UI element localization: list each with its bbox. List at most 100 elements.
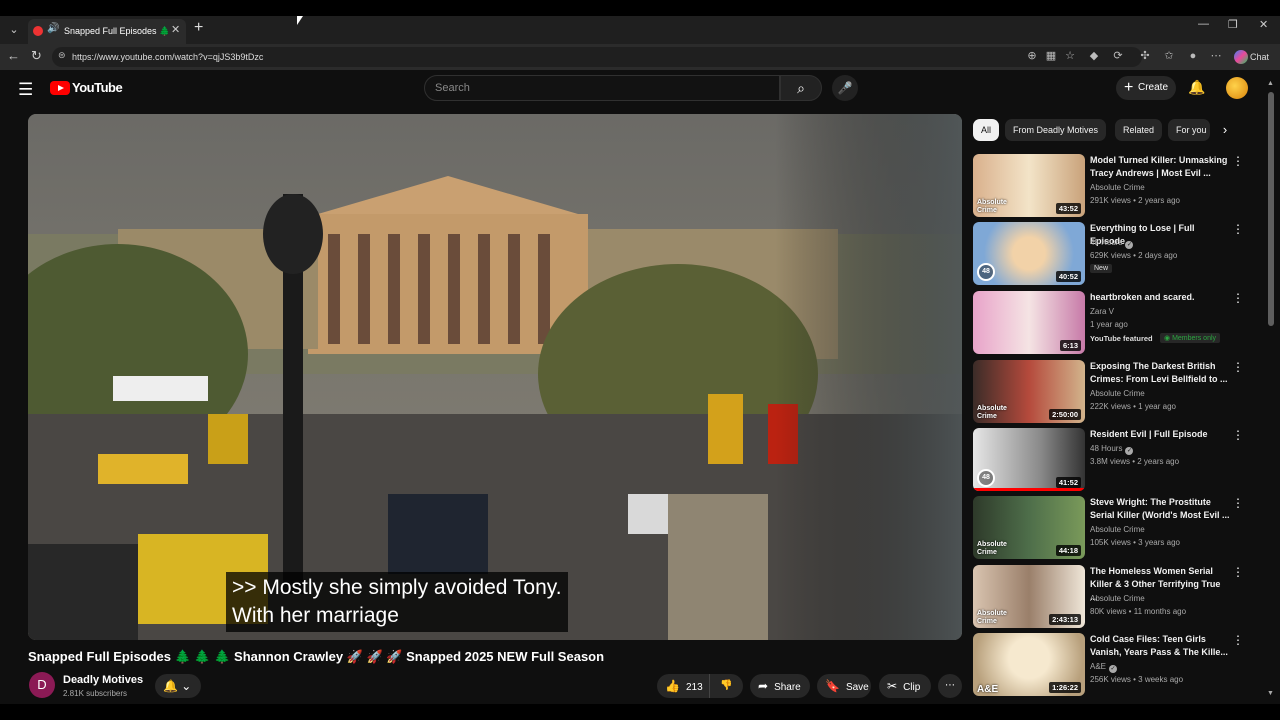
- extension-icon[interactable]: ◆: [1086, 48, 1102, 64]
- favorite-star-icon[interactable]: ☆: [1062, 48, 1078, 64]
- recommendation-item[interactable]: A&E 1:26:22 Cold Case Files: Teen Girls …: [973, 633, 1248, 697]
- recommendation-item[interactable]: Absolute Crime 44:18 Steve Wright: The Pr…: [973, 496, 1248, 560]
- duration-badge: 6:13: [1059, 340, 1081, 351]
- recommendation-channel[interactable]: Zara V: [1090, 307, 1114, 316]
- scrollbar-thumb[interactable]: [1268, 92, 1274, 326]
- chevron-right-icon[interactable]: ›: [1214, 119, 1236, 141]
- close-tab-icon[interactable]: ✕: [171, 23, 180, 36]
- subscription-notifications-button[interactable]: 🔔 ⌄: [155, 674, 201, 698]
- search-box: [424, 75, 780, 101]
- recommendation-item[interactable]: 6:13 heartbroken and scared. Zara V 1 ye…: [973, 291, 1248, 355]
- search-icon: ⌕: [797, 80, 805, 96]
- recommendation-channel[interactable]: A&E ✓: [1090, 662, 1118, 673]
- caption-line-1: >> Mostly she simply avoided Tony.: [232, 576, 562, 599]
- recommendation-title[interactable]: Cold Case Files: Teen Girls Vanish, Year…: [1090, 633, 1230, 659]
- more-vertical-icon[interactable]: ⋮: [1232, 633, 1244, 647]
- search-button[interactable]: ⌕: [780, 75, 822, 101]
- recommendation-item[interactable]: Absolute Crime 2:50:00 Exposing The Darke…: [973, 360, 1248, 424]
- minimize-window-button[interactable]: —: [1198, 18, 1209, 30]
- channel-avatar[interactable]: D: [29, 672, 55, 698]
- tab-title: Snapped Full Episodes 🌲 🌲: [64, 26, 168, 36]
- chip-all[interactable]: All: [973, 119, 1000, 141]
- more-vertical-icon[interactable]: ⋮: [1232, 154, 1244, 168]
- copilot-chat-button[interactable]: Chat: [1232, 47, 1278, 67]
- more-vertical-icon[interactable]: ⋮: [1232, 291, 1244, 305]
- user-avatar[interactable]: [1226, 77, 1248, 99]
- recommendation-channel[interactable]: Absolute Crime: [1090, 389, 1145, 398]
- url-field[interactable]: ⊜ https://www.youtube.com/watch?v=qjJS3b…: [52, 47, 1142, 67]
- video-thumbnail[interactable]: 48 40:52: [973, 222, 1085, 285]
- save-button[interactable]: 🔖 Save: [817, 674, 871, 698]
- browser-tab-bar: ⌄ 🔊 Snapped Full Episodes 🌲 🌲 ✕ + — ❐ ✕: [0, 16, 1280, 44]
- clip-button[interactable]: ✂ Clip: [879, 674, 931, 698]
- mouse-cursor-icon: [297, 16, 303, 25]
- more-options-icon[interactable]: ⋯: [1208, 48, 1224, 64]
- close-window-button[interactable]: ✕: [1259, 18, 1268, 31]
- back-icon[interactable]: ←: [7, 48, 20, 63]
- chip-related[interactable]: Related: [1115, 119, 1163, 141]
- site-info-icon[interactable]: ⊜: [58, 50, 66, 61]
- url-text: https://www.youtube.com/watch?v=qjJS3b9t…: [72, 52, 264, 62]
- recommendation-item[interactable]: Absolute Crime 2:43:13 The Homeless Women…: [973, 565, 1248, 629]
- video-player[interactable]: [28, 114, 962, 640]
- reload-icon[interactable]: ↻: [31, 48, 42, 64]
- clip-label: Clip: [903, 682, 921, 693]
- more-vertical-icon[interactable]: ⋮: [1232, 222, 1244, 236]
- more-vertical-icon[interactable]: ⋮: [1232, 496, 1244, 510]
- recommendation-title[interactable]: heartbroken and scared.: [1090, 291, 1230, 304]
- translate-icon[interactable]: ⊕: [1024, 48, 1040, 64]
- more-actions-button[interactable]: ⋯: [938, 674, 962, 698]
- video-thumbnail[interactable]: Absolute Crime 43:52: [973, 154, 1085, 217]
- chip-for-you[interactable]: For you: [1168, 119, 1210, 141]
- browser-tab[interactable]: 🔊 Snapped Full Episodes 🌲 🌲 ✕: [28, 19, 186, 44]
- recommendation-title[interactable]: Model Turned Killer: Unmasking Tracy And…: [1090, 154, 1230, 180]
- recommendation-meta: 80K views • 11 months ago: [1090, 607, 1187, 616]
- hamburger-menu-icon[interactable]: ☰: [18, 80, 33, 100]
- voice-search-button[interactable]: 🎤: [832, 75, 858, 101]
- video-thumbnail[interactable]: Absolute Crime 2:43:13: [973, 565, 1085, 628]
- duration-badge: 43:52: [1055, 203, 1081, 214]
- recommendation-channel[interactable]: 48 Hours ✓: [1090, 238, 1134, 249]
- refresh-extension-icon[interactable]: ⟳: [1110, 48, 1126, 64]
- share-button[interactable]: ➦ Share: [750, 674, 810, 698]
- video-thumbnail[interactable]: A&E 1:26:22: [973, 633, 1085, 696]
- scroll-down-icon[interactable]: ▼: [1267, 690, 1274, 697]
- recommendation-channel[interactable]: Absolute Crime: [1090, 183, 1145, 192]
- dislike-button[interactable]: 👎: [709, 674, 743, 698]
- like-button[interactable]: 👍 213: [657, 674, 709, 698]
- notifications-bell-icon[interactable]: 🔔: [1188, 79, 1205, 96]
- channel-name[interactable]: Deadly Motives: [63, 674, 143, 686]
- recommendation-title[interactable]: Resident Evil | Full Episode: [1090, 428, 1230, 441]
- video-thumbnail[interactable]: 48 41:52: [973, 428, 1085, 491]
- app-available-icon[interactable]: ▦: [1043, 48, 1059, 64]
- more-horizontal-icon: ⋯: [945, 680, 955, 691]
- extensions-puzzle-icon[interactable]: ✣: [1137, 48, 1153, 64]
- chip-from-channel[interactable]: From Deadly Motives: [1005, 119, 1107, 141]
- youtube-logo[interactable]: YouTube: [50, 79, 123, 97]
- tab-list-dropdown-icon[interactable]: ⌄: [4, 20, 24, 40]
- recommendation-title[interactable]: Exposing The Darkest British Crimes: Fro…: [1090, 360, 1230, 386]
- recommendation-item[interactable]: 48 41:52 Resident Evil | Full Episode 48…: [973, 428, 1248, 492]
- video-thumbnail[interactable]: Absolute Crime 44:18: [973, 496, 1085, 559]
- video-thumbnail[interactable]: 6:13: [973, 291, 1085, 354]
- new-tab-button[interactable]: +: [194, 19, 203, 37]
- recommendation-channel[interactable]: Absolute Crime: [1090, 594, 1145, 603]
- video-thumbnail[interactable]: Absolute Crime 2:50:00: [973, 360, 1085, 423]
- more-vertical-icon[interactable]: ⋮: [1232, 565, 1244, 579]
- maximize-window-button[interactable]: ❐: [1228, 18, 1238, 31]
- recommendation-meta: 291K views • 2 years ago: [1090, 196, 1180, 205]
- recommendation-item[interactable]: 48 40:52 Everything to Lose | Full Episo…: [973, 222, 1248, 286]
- recommendation-channel[interactable]: Absolute Crime: [1090, 525, 1145, 534]
- create-button[interactable]: Create: [1116, 76, 1176, 100]
- recommendation-item[interactable]: Absolute Crime 43:52 Model Turned Killer:…: [973, 154, 1248, 218]
- duration-badge: 40:52: [1055, 271, 1081, 282]
- search-input[interactable]: [435, 80, 765, 96]
- page-scrollbar[interactable]: [1268, 78, 1274, 698]
- more-vertical-icon[interactable]: ⋮: [1232, 428, 1244, 442]
- more-vertical-icon[interactable]: ⋮: [1232, 360, 1244, 374]
- speaker-icon[interactable]: 🔊: [47, 23, 59, 34]
- recommendation-channel[interactable]: 48 Hours ✓: [1090, 444, 1134, 455]
- recommendation-title[interactable]: Steve Wright: The Prostitute Serial Kill…: [1090, 496, 1230, 522]
- favorites-icon[interactable]: ✩: [1161, 48, 1177, 64]
- profile-icon[interactable]: ●: [1185, 48, 1201, 64]
